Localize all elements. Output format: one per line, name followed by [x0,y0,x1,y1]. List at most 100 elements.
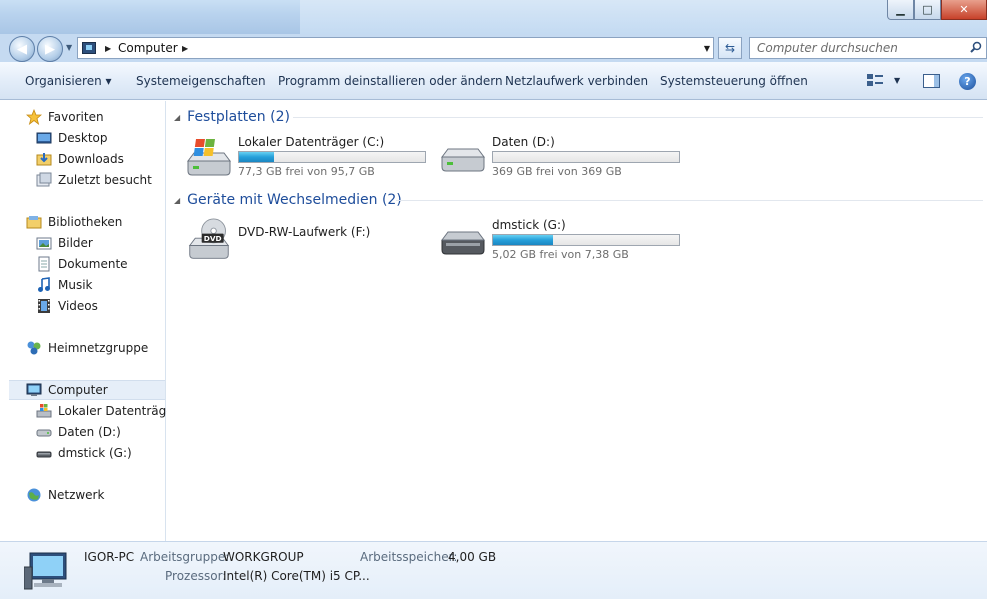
navigation-pane: Favoriten Desktop Downloads Zuletzt besu… [0,101,179,541]
sidebar-item-local-disk[interactable]: Lokaler Datenträger [36,401,179,421]
sidebar-item-music[interactable]: Musik [36,275,93,295]
system-properties-button[interactable]: Systemeigenschaften [136,74,266,88]
address-dropdown-icon[interactable]: ▼ [704,44,710,53]
processor-value: Intel(R) Core(TM) i5 CP... [223,569,370,583]
sidebar-item-favorites[interactable]: Favoriten [26,107,104,127]
maximize-button[interactable]: □ [914,0,941,20]
sidebar-item-desktop[interactable]: Desktop [36,128,108,148]
breadcrumb-computer[interactable]: Computer [118,41,178,55]
drive-item-g[interactable]: dmstick (G:) 5,02 GB frei von 7,38 GB [438,218,688,262]
computer-icon [26,383,42,396]
sidebar-item-label: Bibliotheken [48,215,123,229]
drive-name: DVD-RW-Laufwerk (F:) [238,225,371,239]
memory-label: Arbeitsspeicher: [360,550,458,564]
collapse-triangle-icon[interactable]: ◢ [174,196,180,205]
forward-button[interactable]: ▶ [37,36,63,62]
sidebar-item-label: Favoriten [48,110,104,124]
search-input[interactable]: Computer durchsuchen [749,37,987,59]
drive-item-c[interactable]: Lokaler Datenträger (C:) 77,3 GB frei vo… [184,135,434,179]
sidebar-item-label: Desktop [58,131,108,145]
change-view-icon[interactable] [867,74,883,88]
group-divider [396,200,983,201]
pictures-icon [36,237,52,250]
hard-drive-icon [36,429,52,437]
open-control-panel-button[interactable]: Systemsteuerung öffnen [660,74,808,88]
desktop-icon [36,132,52,144]
sidebar-item-libraries[interactable]: Bibliotheken [26,212,122,232]
sidebar-item-label: Bilder [58,236,93,250]
command-bar: Organisieren ▾ Systemeigenschaften Progr… [0,62,987,100]
minimize-button[interactable]: ▁ [887,0,914,20]
sidebar-item-recent-places[interactable]: Zuletzt besucht [36,170,152,190]
help-icon[interactable]: ? [959,73,976,90]
uninstall-program-button[interactable]: Programm deinstallieren oder ändern [278,74,503,88]
sidebar-item-label: Netzwerk [48,488,105,502]
refresh-button[interactable]: ⇆ [718,37,742,59]
sidebar-item-usb-drive[interactable]: dmstick (G:) [36,443,132,463]
sidebar-item-label: Musik [58,278,93,292]
breadcrumb-separator-icon[interactable]: ▶ [182,44,188,53]
breadcrumb-separator-icon[interactable]: ▶ [105,44,111,53]
windows-drive-icon [187,139,231,176]
back-arrow-icon: ◀ [17,41,27,57]
usb-drive-icon [36,451,52,458]
sidebar-item-documents[interactable]: Dokumente [36,254,128,274]
sidebar-item-label: Dokumente [58,257,128,271]
downloads-folder-icon [36,153,52,166]
processor-label: Prozessor: [165,569,227,583]
group-header-hard-disks[interactable]: ◢ Festplatten (2) [174,107,290,127]
usb-drive-icon [441,231,485,255]
workgroup-value: WORKGROUP [223,550,304,564]
close-button[interactable]: ✕ [941,0,987,20]
sidebar-item-pictures[interactable]: Bilder [36,233,93,253]
drive-free-space: 77,3 GB frei von 95,7 GB [238,165,375,178]
preview-pane-icon[interactable] [923,74,940,88]
recent-pages-dropdown-icon[interactable]: ▼ [66,43,72,52]
computer-icon [82,42,96,54]
group-title: Festplatten (2) [187,109,290,125]
title-bar: ▁ □ ✕ [0,0,987,34]
network-icon [27,488,41,502]
drive-usage-bar [238,151,426,163]
back-button[interactable]: ◀ [9,36,35,62]
group-title: Geräte mit Wechselmedien (2) [187,192,402,208]
sidebar-item-computer[interactable]: Computer [9,380,165,400]
content-area: ◢ Festplatten (2) Lokaler Datenträger (C… [167,101,987,541]
map-network-drive-button[interactable]: Netzlaufwerk verbinden [505,74,648,88]
videos-icon [38,299,50,313]
sidebar-item-label: Videos [58,299,98,313]
drive-free-space: 369 GB frei von 369 GB [492,165,622,178]
star-icon [26,109,42,125]
sidebar-item-data-drive[interactable]: Daten (D:) [36,422,121,442]
sidebar-item-label: dmstick (G:) [58,446,132,460]
drive-item-f[interactable]: DVD DVD-RW-Laufwerk (F:) [184,218,434,262]
address-bar[interactable]: ▶ Computer ▶ ▼ [77,37,714,59]
sidebar-item-label: Daten (D:) [58,425,121,439]
sidebar-item-homegroup[interactable]: Heimnetzgruppe [26,338,148,358]
computer-icon [24,552,67,590]
documents-icon [38,256,50,272]
svg-text:DVD: DVD [204,234,222,243]
view-dropdown-icon[interactable]: ▼ [894,76,900,85]
organize-menu[interactable]: Organisieren ▾ [25,74,112,88]
collapse-triangle-icon[interactable]: ◢ [174,113,180,122]
sidebar-item-videos[interactable]: Videos [36,296,98,316]
drive-usage-fill [239,152,275,162]
sidebar-item-network[interactable]: Netzwerk [26,485,104,505]
drive-name: Daten (D:) [492,135,555,149]
sidebar-item-downloads[interactable]: Downloads [36,149,124,169]
drive-name: Lokaler Datenträger (C:) [238,135,385,149]
search-icon[interactable] [970,41,982,53]
libraries-icon [26,216,42,229]
sidebar-item-label: Lokaler Datenträger [58,404,179,418]
group-header-removable[interactable]: ◢ Geräte mit Wechselmedien (2) [174,190,402,210]
windows-drive-icon [36,404,52,418]
music-icon [38,277,50,292]
sidebar-item-label: Downloads [58,152,124,166]
hard-drive-icon [441,148,485,172]
drive-item-d[interactable]: Daten (D:) 369 GB frei von 369 GB [438,135,688,179]
details-pane: IGOR-PC Arbeitsgruppe: WORKGROUP Arbeits… [0,541,987,599]
drive-usage-fill [493,235,553,245]
homegroup-icon [27,341,41,355]
dvd-drive-icon: DVD [188,218,230,259]
